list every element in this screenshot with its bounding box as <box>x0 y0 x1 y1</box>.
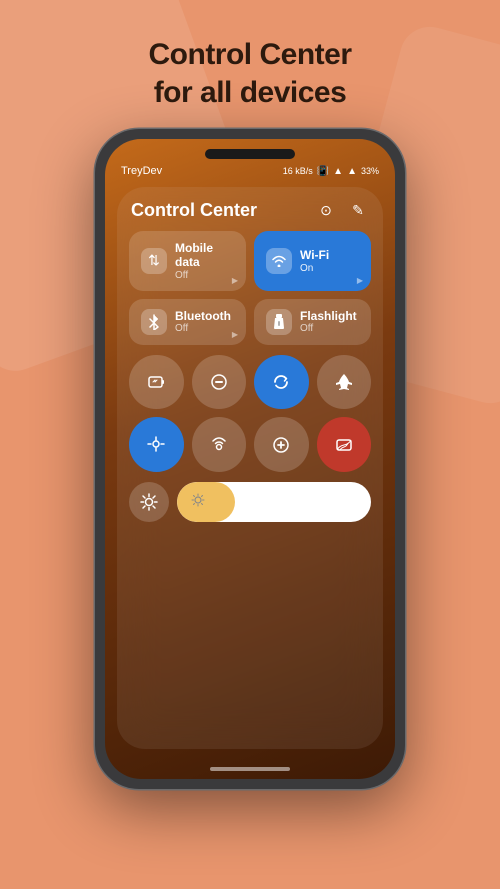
status-bar: TreyDev 16 kB/s 📳 ▲ ▲ 33% <box>121 165 379 177</box>
cc-header: Control Center ⊙ ✎ <box>129 199 371 221</box>
mobile-data-arrow: ▶ <box>232 276 238 285</box>
flashlight-state: Off <box>300 323 357 334</box>
status-right: 16 kB/s 📳 ▲ ▲ 33% <box>283 166 379 177</box>
bluetooth-label: Bluetooth <box>175 309 231 323</box>
brightness-icon-btn[interactable] <box>129 482 169 522</box>
brightness-slider[interactable] <box>177 482 371 522</box>
settings-icon[interactable]: ⊙ <box>315 199 337 221</box>
dynamic-island <box>205 149 295 159</box>
network-speed: 16 kB/s <box>283 166 313 176</box>
bluetooth-icon <box>141 309 167 335</box>
location-btn[interactable] <box>129 417 184 472</box>
battery-saver-btn[interactable] <box>129 355 184 410</box>
signal-icon: ▲ <box>347 166 357 177</box>
airplane-btn[interactable] <box>317 355 372 410</box>
wifi-label: Wi-Fi <box>300 248 329 262</box>
mobile-data-label: Mobile data <box>175 241 234 270</box>
add-btn[interactable] <box>254 417 309 472</box>
toggle-bluetooth[interactable]: Bluetooth Off ▶ <box>129 299 246 345</box>
flashlight-text: Flashlight Off <box>300 309 357 334</box>
edit-icon[interactable]: ✎ <box>347 199 369 221</box>
wifi-text: Wi-Fi On <box>300 248 329 273</box>
toggle-wifi[interactable]: Wi-Fi On ▶ <box>254 231 371 291</box>
sync-btn[interactable] <box>254 355 309 410</box>
cast-btn[interactable] <box>317 417 372 472</box>
wifi-icon <box>266 248 292 274</box>
wifi-status-icon: ▲ <box>333 166 343 177</box>
home-indicator <box>210 767 290 771</box>
toggle-mobile-data[interactable]: ⇅ Mobile data Off ▶ <box>129 231 246 291</box>
wifi-arrow: ▶ <box>357 276 363 285</box>
round-grid <box>129 355 371 472</box>
mobile-data-text: Mobile data Off <box>175 241 234 281</box>
mobile-data-state: Off <box>175 270 234 281</box>
bluetooth-state: Off <box>175 323 231 334</box>
toggle-row-top: ⇅ Mobile data Off ▶ <box>129 231 371 291</box>
wifi-state: On <box>300 263 329 274</box>
dnd-btn[interactable] <box>192 355 247 410</box>
vibrate-icon: 📳 <box>317 166 329 177</box>
brightness-fill <box>177 482 235 522</box>
cc-header-icons: ⊙ ✎ <box>315 199 369 221</box>
flashlight-label: Flashlight <box>300 309 357 323</box>
slider-sun-icon <box>191 493 205 510</box>
bluetooth-arrow: ▶ <box>232 330 238 339</box>
toggle-row-bottom: Bluetooth Off ▶ Flashlight <box>129 299 371 345</box>
mobile-data-icon: ⇅ <box>141 248 167 274</box>
carrier-label: TreyDev <box>121 165 162 177</box>
toggle-flashlight[interactable]: Flashlight Off <box>254 299 371 345</box>
page-headline: Control Center for all devices <box>149 36 352 111</box>
phone-frame: TreyDev 16 kB/s 📳 ▲ ▲ 33% Control Center… <box>95 129 405 789</box>
brightness-row <box>129 482 371 522</box>
battery-label: 33% <box>361 166 379 176</box>
phone-screen: TreyDev 16 kB/s 📳 ▲ ▲ 33% Control Center… <box>105 139 395 779</box>
control-center-panel: Control Center ⊙ ✎ ⇅ Mobile data Off ▶ <box>117 187 383 749</box>
cc-title: Control Center <box>131 200 257 221</box>
bluetooth-text: Bluetooth Off <box>175 309 231 334</box>
flashlight-icon <box>266 309 292 335</box>
hotspot-btn[interactable] <box>192 417 247 472</box>
